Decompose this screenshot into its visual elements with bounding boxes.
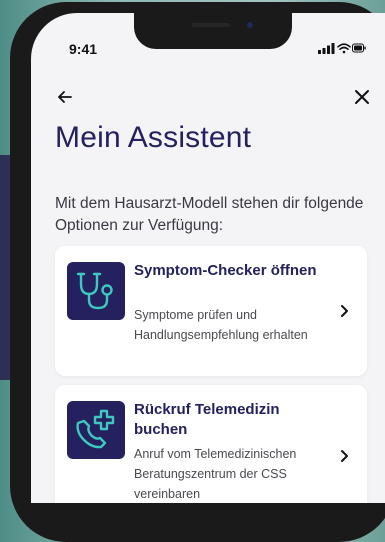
option-title: Symptom-Checker öffnen — [134, 262, 317, 279]
speaker-grille — [192, 23, 230, 27]
battery-icon — [352, 43, 366, 53]
option-description: Symptome prüfen und Handlungsempfehlung … — [134, 308, 308, 342]
intro-text: Mit dem Hausarzt-Modell stehen dir folge… — [55, 195, 364, 234]
option-card-telemedicine-callback[interactable]: Rückruf Telemedizin buchen Anruf vom Tel… — [55, 385, 367, 503]
phone-frame: 9:41 Mein Assistent Mit dem Hausarzt-Mod… — [10, 2, 385, 542]
option-description: Anruf vom Telemedizinischen Beratungszen… — [134, 447, 297, 501]
status-icons — [318, 43, 366, 54]
status-time: 9:41 — [69, 41, 98, 57]
front-camera — [247, 22, 253, 28]
close-icon[interactable] — [353, 88, 371, 106]
wifi-icon — [337, 43, 351, 54]
app-screen: 9:41 Mein Assistent Mit dem Hausarzt-Mod… — [31, 13, 385, 503]
option-icon-tile — [67, 401, 125, 459]
chevron-right-icon — [341, 450, 348, 462]
option-card-symptom-checker[interactable]: Symptom-Checker öffnen Symptome prüfen u… — [55, 246, 367, 376]
phone-plus-icon — [76, 409, 115, 449]
stethoscope-icon — [76, 272, 113, 310]
chevron-right-icon — [341, 305, 348, 317]
page-title: Mein Assistent — [55, 121, 252, 154]
option-icon-tile — [67, 262, 125, 320]
back-arrow-icon[interactable] — [55, 87, 75, 107]
device-notch — [134, 13, 292, 49]
option-title: Rückruf Telemedizin buchen — [134, 401, 280, 438]
signal-icon — [318, 43, 335, 54]
